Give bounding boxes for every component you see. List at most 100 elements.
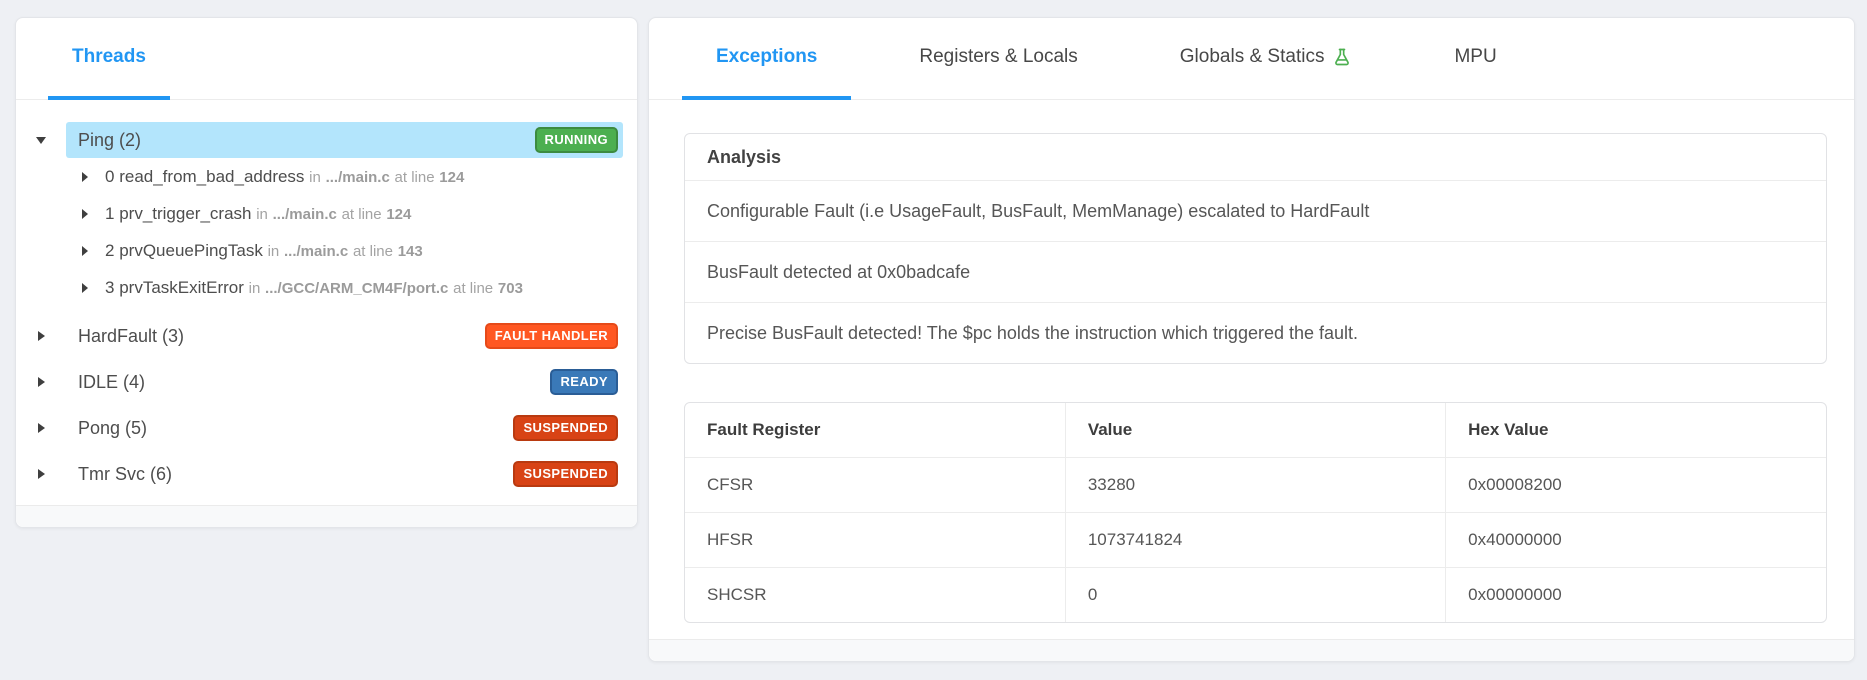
frame-row-2[interactable]: 2 prvQueuePingTask in .../main.c at line… — [16, 232, 637, 269]
thread-main: HardFault (3) FAULT HANDLER — [66, 313, 623, 359]
thread-main: IDLE (4) READY — [66, 359, 623, 405]
thread-group-ping: Ping (2) RUNNING 0 read_from_bad_address… — [16, 122, 637, 306]
details-tabbar: Exceptions Registers & Locals Globals & … — [649, 18, 1854, 100]
thread-main: Tmr Svc (6) SUSPENDED — [66, 451, 623, 497]
frame-row-0[interactable]: 0 read_from_bad_address in .../main.c at… — [16, 158, 637, 195]
frame-in-label: in — [268, 243, 280, 260]
cell-value: 0 — [1065, 568, 1445, 623]
frame-index: 1 — [105, 204, 114, 223]
frame-text: 1 prv_trigger_crash in .../main.c at lin… — [105, 204, 411, 224]
thread-name: Ping (2) — [78, 130, 141, 151]
col-header-value: Value — [1065, 403, 1445, 458]
details-panel-footer — [649, 639, 1854, 661]
caret-down-icon[interactable] — [16, 137, 66, 144]
frame-in-label: in — [256, 206, 268, 223]
cell-value: 33280 — [1065, 458, 1445, 513]
thread-name: IDLE (4) — [78, 372, 145, 393]
thread-row-hardfault[interactable]: HardFault (3) FAULT HANDLER — [16, 313, 637, 359]
thread-selected-row[interactable]: Ping (2) RUNNING — [66, 122, 623, 158]
status-badge-fault-handler: FAULT HANDLER — [485, 323, 618, 349]
frame-in-label: in — [249, 280, 261, 297]
thread-main: Pong (5) SUSPENDED — [66, 405, 623, 451]
frame-at-label: at line — [453, 280, 493, 297]
thread-name: Pong (5) — [78, 418, 147, 439]
caret-right-icon[interactable] — [73, 172, 97, 182]
fault-table-header-row: Fault Register Value Hex Value — [685, 403, 1826, 458]
frame-in-label: in — [309, 169, 321, 186]
frame-index: 2 — [105, 241, 114, 260]
tab-registers-locals[interactable]: Registers & Locals — [885, 18, 1111, 100]
analysis-title: Analysis — [685, 134, 1826, 181]
caret-right-icon[interactable] — [16, 469, 66, 479]
caret-right-icon[interactable] — [73, 246, 97, 256]
frame-index: 3 — [105, 278, 114, 297]
details-panel: Exceptions Registers & Locals Globals & … — [648, 17, 1855, 662]
caret-right-icon[interactable] — [16, 423, 66, 433]
cell-hex: 0x00008200 — [1446, 458, 1826, 513]
exceptions-content: Analysis Configurable Fault (i.e UsageFa… — [649, 100, 1854, 623]
cell-hex: 0x00000000 — [1446, 568, 1826, 623]
frame-row-3[interactable]: 3 prvTaskExitError in .../GCC/ARM_CM4F/p… — [16, 269, 637, 306]
frame-text: 3 prvTaskExitError in .../GCC/ARM_CM4F/p… — [105, 278, 523, 298]
status-badge-running: RUNNING — [535, 127, 618, 153]
threads-panel: Threads Ping (2) RUNNING 0 read_from_bad… — [15, 17, 638, 528]
frame-at-label: at line — [353, 243, 393, 260]
analysis-card: Analysis Configurable Fault (i.e UsageFa… — [684, 133, 1827, 364]
frame-func: prv_trigger_crash — [119, 204, 251, 223]
frame-path: .../main.c — [273, 206, 337, 223]
frame-line: 703 — [498, 280, 523, 297]
status-badge-suspended: SUSPENDED — [513, 461, 618, 487]
threads-tabbar: Threads — [16, 18, 637, 100]
frame-func: read_from_bad_address — [119, 167, 304, 186]
frame-text: 0 read_from_bad_address in .../main.c at… — [105, 167, 464, 187]
frame-func: prvQueuePingTask — [119, 241, 263, 260]
cell-hex: 0x40000000 — [1446, 513, 1826, 568]
tab-exceptions-label: Exceptions — [716, 46, 817, 68]
fault-register-table: Fault Register Value Hex Value CFSR 3328… — [685, 403, 1826, 622]
cell-register: HFSR — [685, 513, 1065, 568]
col-header-hex-value: Hex Value — [1446, 403, 1826, 458]
stack-frame-list: 0 read_from_bad_address in .../main.c at… — [16, 158, 637, 306]
frame-func: prvTaskExitError — [119, 278, 244, 297]
frame-row-1[interactable]: 1 prv_trigger_crash in .../main.c at lin… — [16, 195, 637, 232]
table-row-shcsr: SHCSR 0 0x00000000 — [685, 568, 1826, 623]
analysis-row: BusFault detected at 0x0badcafe — [685, 242, 1826, 303]
cell-register: CFSR — [685, 458, 1065, 513]
status-badge-suspended: SUSPENDED — [513, 415, 618, 441]
thread-row-ping[interactable]: Ping (2) RUNNING — [16, 122, 637, 158]
tab-exceptions[interactable]: Exceptions — [682, 18, 851, 100]
tab-threads[interactable]: Threads — [48, 18, 170, 100]
caret-right-icon[interactable] — [16, 331, 66, 341]
status-badge-ready: READY — [550, 369, 618, 395]
threads-panel-footer — [16, 505, 637, 527]
caret-right-icon[interactable] — [16, 377, 66, 387]
cell-value: 1073741824 — [1065, 513, 1445, 568]
frame-line: 124 — [439, 169, 464, 186]
col-header-fault-register: Fault Register — [685, 403, 1065, 458]
tab-registers-locals-label: Registers & Locals — [919, 46, 1077, 68]
frame-line: 143 — [398, 243, 423, 260]
thread-row-pong[interactable]: Pong (5) SUSPENDED — [16, 405, 637, 451]
tab-mpu-label: MPU — [1454, 46, 1496, 68]
frame-path: .../main.c — [326, 169, 390, 186]
table-row-hfsr: HFSR 1073741824 0x40000000 — [685, 513, 1826, 568]
flask-icon — [1332, 46, 1352, 68]
frame-at-label: at line — [395, 169, 435, 186]
table-row-cfsr: CFSR 33280 0x00008200 — [685, 458, 1826, 513]
analysis-row: Configurable Fault (i.e UsageFault, BusF… — [685, 181, 1826, 242]
frame-path: .../GCC/ARM_CM4F/port.c — [265, 280, 448, 297]
cell-register: SHCSR — [685, 568, 1065, 623]
thread-list: Ping (2) RUNNING 0 read_from_bad_address… — [16, 100, 637, 497]
caret-right-icon[interactable] — [73, 209, 97, 219]
tab-threads-label: Threads — [72, 46, 146, 68]
frame-line: 124 — [386, 206, 411, 223]
tab-mpu[interactable]: MPU — [1420, 18, 1530, 100]
fault-register-card: Fault Register Value Hex Value CFSR 3328… — [684, 402, 1827, 623]
analysis-row: Precise BusFault detected! The $pc holds… — [685, 303, 1826, 363]
caret-right-icon[interactable] — [73, 283, 97, 293]
tab-globals-statics[interactable]: Globals & Statics — [1146, 18, 1387, 100]
thread-row-idle[interactable]: IDLE (4) READY — [16, 359, 637, 405]
frame-at-label: at line — [342, 206, 382, 223]
thread-row-tmrsvc[interactable]: Tmr Svc (6) SUSPENDED — [16, 451, 637, 497]
frame-index: 0 — [105, 167, 114, 186]
